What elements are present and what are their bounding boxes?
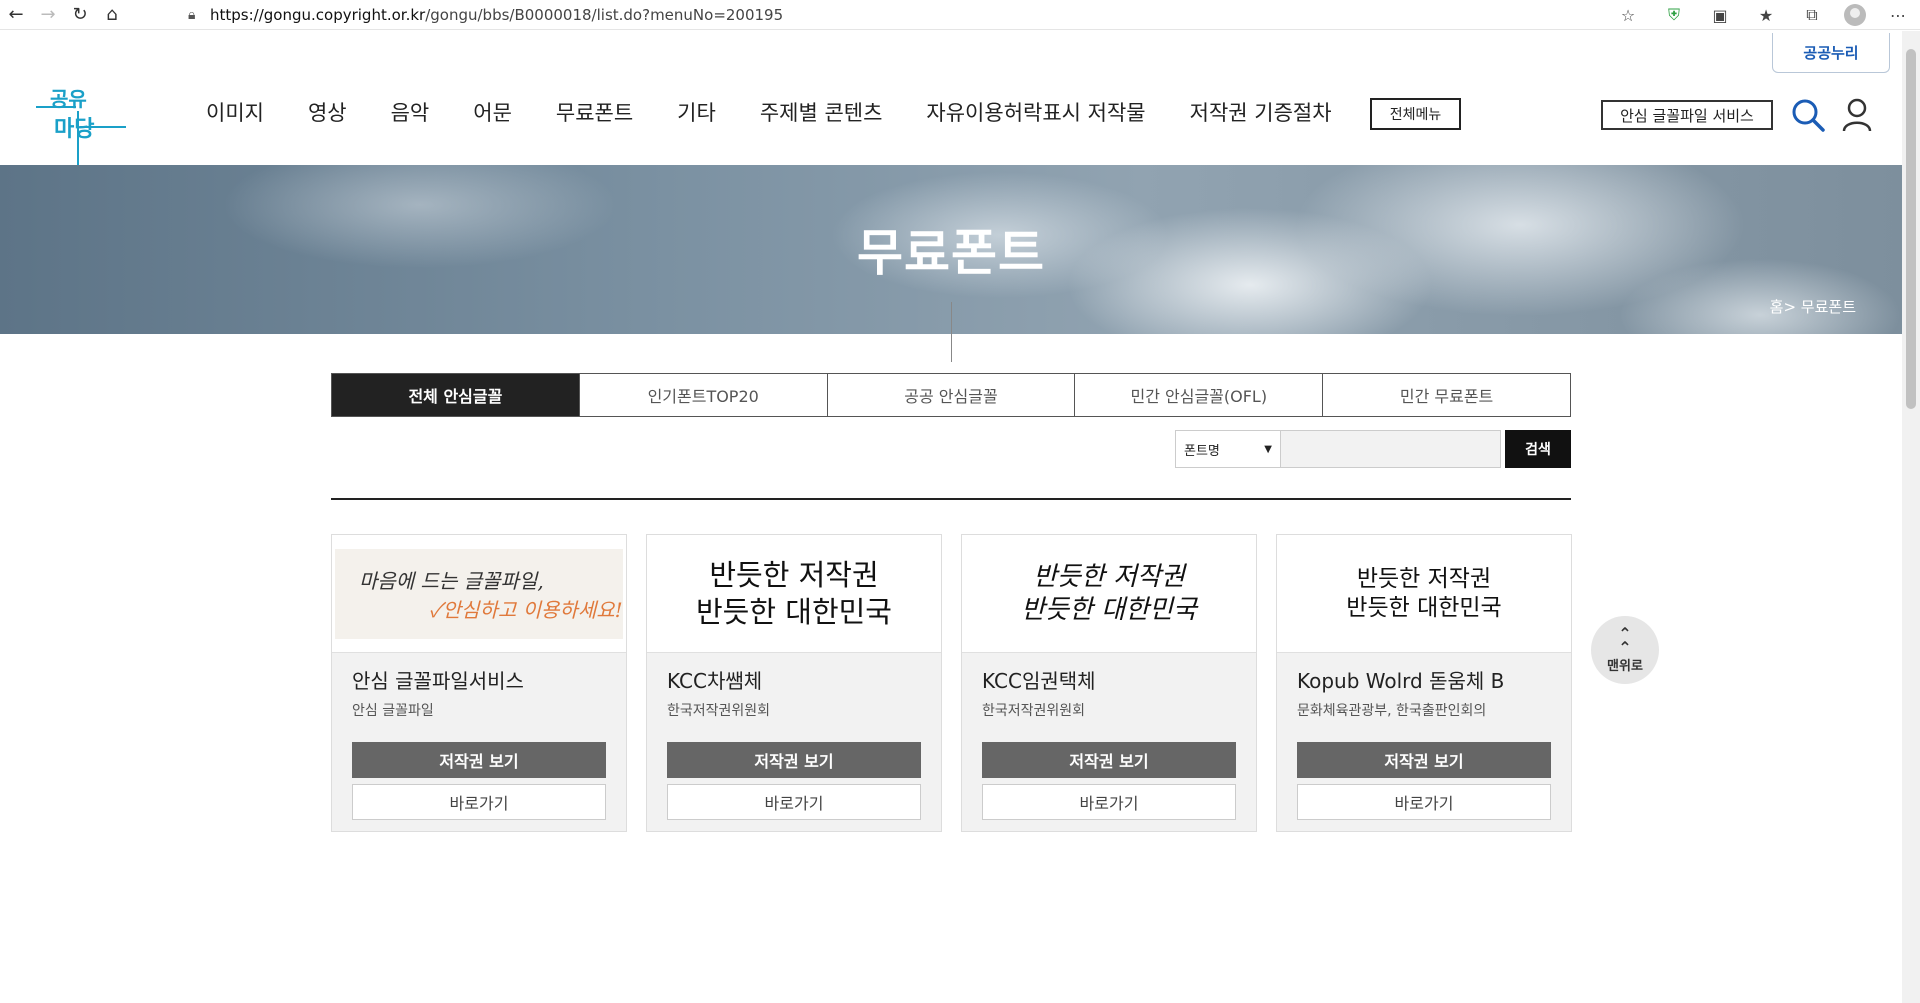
web-page: 공공누리 공유 마당 이미지 영상 음악 어문 무료폰트 기타 주제별 콘텐츠 …	[0, 31, 1902, 1003]
user-icon[interactable]	[1842, 98, 1872, 132]
view-copyright-button[interactable]: 저작권 보기	[352, 742, 606, 778]
view-copyright-button[interactable]: 저작권 보기	[982, 742, 1236, 778]
profile-avatar[interactable]	[1844, 4, 1866, 26]
home-icon[interactable]: ⌂	[96, 0, 128, 30]
font-card-title[interactable]: KCC차쌤체	[667, 665, 762, 694]
tab-private-ofl[interactable]: 민간 안심글꼴(OFL)	[1074, 374, 1323, 416]
font-card-provider: 안심 글꼴파일	[352, 703, 434, 719]
refresh-icon[interactable]: ↻	[64, 0, 96, 30]
thumb-line-1: 반듯한 저작권	[709, 558, 879, 593]
nav-etc[interactable]: 기타	[677, 97, 716, 127]
shield-icon[interactable]: ⛨	[1660, 1, 1688, 29]
browser-toolbar: ← → ↻ ⌂ 🔒︎ https://gongu.copyright.or.kr…	[0, 0, 1920, 30]
go-to-button[interactable]: 바로가기	[667, 784, 921, 820]
go-to-button[interactable]: 바로가기	[982, 784, 1236, 820]
page-title: 무료폰트	[857, 224, 1045, 282]
main-navigation: 이미지 영상 음악 어문 무료폰트 기타 주제별 콘텐츠 자유이용허락표시 저작…	[206, 97, 1376, 127]
search-type-select[interactable]: 폰트명 ▼	[1175, 430, 1281, 468]
font-card: 반듯한 저작권 반듯한 대한민국 KCC임권택체 한국저작권위원회 저작권 보기…	[961, 534, 1257, 832]
nav-ccl-works[interactable]: 자유이용허락표시 저작물	[926, 97, 1145, 127]
search-button[interactable]: 검색	[1505, 430, 1571, 468]
thumb-line-2: 반듯한 대한민국	[1021, 594, 1197, 625]
scrollbar-thumb[interactable]	[1906, 49, 1916, 409]
search-form: 폰트명 ▼ 검색	[1175, 430, 1571, 468]
go-to-button[interactable]: 바로가기	[1297, 784, 1551, 820]
tab-private-free[interactable]: 민간 무료폰트	[1322, 374, 1570, 416]
gong-nuri-link[interactable]: 공공누리	[1772, 33, 1890, 73]
safe-font-service-button[interactable]: 안심 글꼴파일 서비스	[1601, 100, 1773, 130]
nav-theme-content[interactable]: 주제별 콘텐츠	[760, 97, 883, 127]
favorite-add-icon[interactable]: ☆	[1614, 1, 1642, 29]
collections-icon[interactable]: ⧉	[1798, 1, 1826, 29]
font-card-title[interactable]: KCC임권택체	[982, 665, 1096, 694]
divider-line	[951, 302, 952, 362]
more-icon[interactable]: ⋯	[1884, 1, 1912, 29]
thumb-line-1: 반듯한 저작권	[1356, 565, 1492, 592]
double-chevron-up-icon: ⌃ ⌃	[1618, 623, 1632, 657]
font-card-provider: 한국저작권위원회	[667, 703, 771, 719]
address-bar[interactable]: 🔒︎ https://gongu.copyright.or.kr/gongu/b…	[188, 2, 783, 28]
search-input[interactable]	[1281, 430, 1501, 468]
thumb-line-2: 반듯한 대한민국	[1346, 594, 1502, 621]
lock-icon: 🔒︎	[188, 7, 196, 23]
forward-icon[interactable]: →	[32, 0, 64, 30]
nav-image[interactable]: 이미지	[206, 97, 264, 127]
view-copyright-button[interactable]: 저작권 보기	[1297, 742, 1551, 778]
font-card: 반듯한 저작권 반듯한 대한민국 KCC차쌤체 한국저작권위원회 저작권 보기 …	[646, 534, 942, 832]
chevron-down-icon: ▼	[1264, 443, 1272, 455]
logo-text-top: 공유	[50, 87, 87, 111]
view-copyright-button[interactable]: 저작권 보기	[667, 742, 921, 778]
category-tabs: 전체 안심글꼴 인기폰트TOP20 공공 안심글꼴 민간 안심글꼴(OFL) 민…	[331, 373, 1571, 417]
thumb-line-1: 마음에 드는 글꼴파일,	[359, 568, 544, 593]
search-icon[interactable]	[1791, 98, 1825, 132]
site-logo[interactable]: 공유 마당	[36, 77, 132, 165]
font-card-title[interactable]: Kopub Wolrd 돋움체 B	[1297, 665, 1504, 694]
extension-icon[interactable]: ▣	[1706, 1, 1734, 29]
nav-music[interactable]: 음악	[391, 97, 430, 127]
thumb-line-2: 반듯한 대한민국	[696, 594, 892, 629]
thumb-line-1: 반듯한 저작권	[1033, 562, 1185, 592]
scroll-top-label: 맨위로	[1607, 658, 1643, 674]
go-to-button[interactable]: 바로가기	[352, 784, 606, 820]
scroll-top-button[interactable]: ⌃ ⌃ 맨위로	[1591, 616, 1659, 684]
all-menu-button[interactable]: 전체메뉴	[1370, 98, 1461, 130]
url-host: https://gongu.copyright.or.kr	[210, 6, 426, 24]
list-top-rule	[331, 498, 1571, 500]
font-card: 마음에 드는 글꼴파일, ✓안심하고 이용하세요! 안심 글꼴파일서비스 안심 …	[331, 534, 627, 832]
font-thumbnail[interactable]: 반듯한 저작권 반듯한 대한민국	[1277, 535, 1571, 653]
tab-all-safe-fonts[interactable]: 전체 안심글꼴	[332, 374, 579, 416]
nav-donation[interactable]: 저작권 기증절차	[1190, 97, 1332, 127]
font-card: 반듯한 저작권 반듯한 대한민국 Kopub Wolrd 돋움체 B 문화체육관…	[1276, 534, 1572, 832]
font-thumbnail[interactable]: 마음에 드는 글꼴파일, ✓안심하고 이용하세요!	[332, 535, 626, 653]
page-scrollbar[interactable]	[1902, 31, 1920, 1003]
nav-video[interactable]: 영상	[308, 97, 347, 127]
font-card-provider: 문화체육관광부, 한국출판인회의	[1297, 703, 1487, 719]
thumb-line-2: ✓안심하고 이용하세요!	[429, 597, 623, 622]
search-type-value: 폰트명	[1184, 443, 1220, 459]
url-path: /gongu/bbs/B0000018/list.do?menuNo=20019…	[425, 6, 784, 24]
logo-text-bottom: 마당	[54, 117, 95, 142]
font-card-title[interactable]: 안심 글꼴파일서비스	[352, 665, 524, 694]
tab-popular-top20[interactable]: 인기폰트TOP20	[578, 374, 827, 416]
breadcrumb[interactable]: 홈> 무료폰트	[1770, 296, 1856, 317]
tab-public-safe-fonts[interactable]: 공공 안심글꼴	[826, 374, 1075, 416]
font-card-provider: 한국저작권위원회	[982, 703, 1086, 719]
font-thumbnail[interactable]: 반듯한 저작권 반듯한 대한민국	[962, 535, 1256, 653]
font-thumbnail[interactable]: 반듯한 저작권 반듯한 대한민국	[647, 535, 941, 653]
nav-language[interactable]: 어문	[473, 97, 512, 127]
back-icon[interactable]: ←	[0, 0, 32, 30]
favorites-icon[interactable]: ★	[1752, 1, 1780, 29]
nav-free-font[interactable]: 무료폰트	[556, 97, 633, 127]
